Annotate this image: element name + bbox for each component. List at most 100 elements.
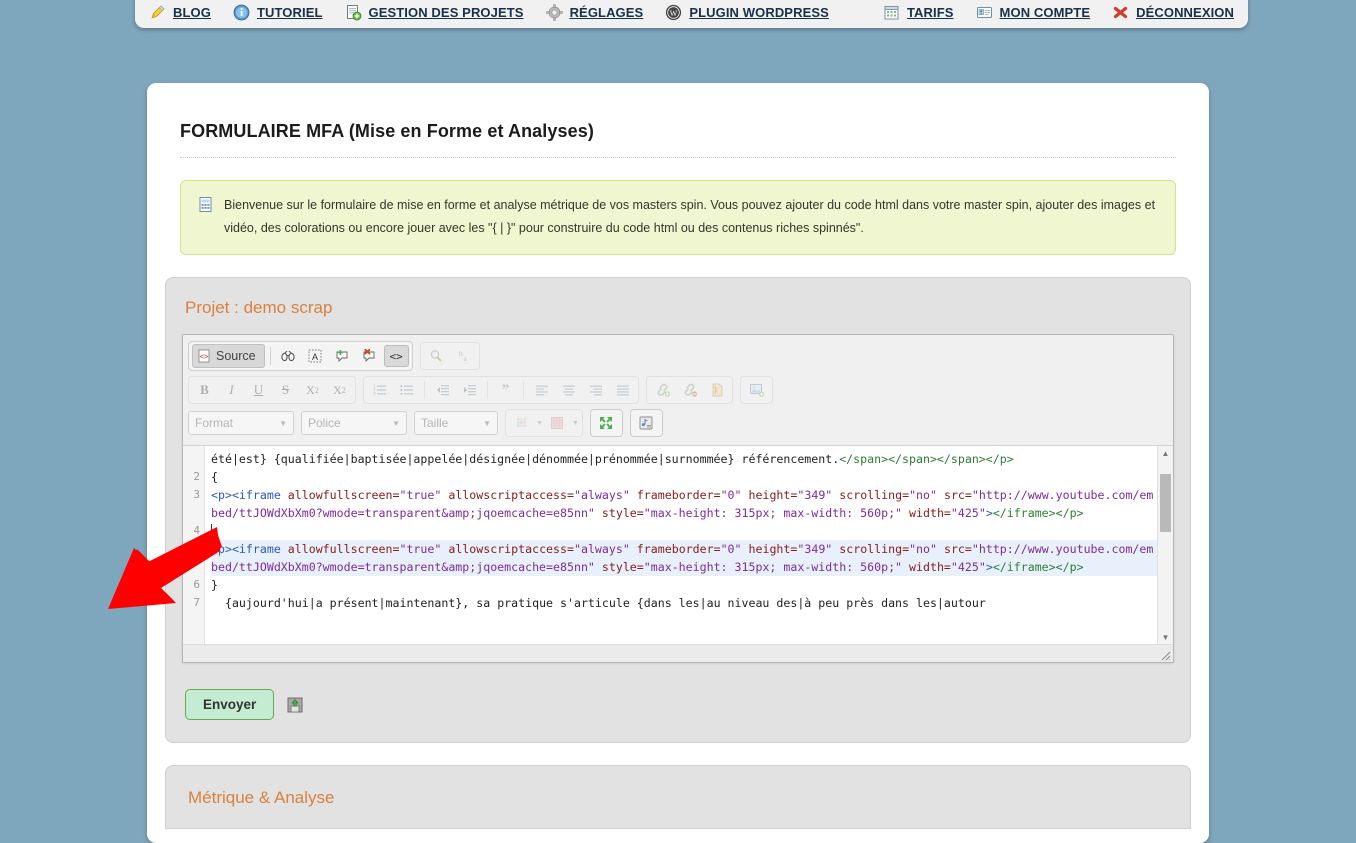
size-select-label: Taille [421,416,448,430]
toolbar-row-2: B I U S X2 X2 123 [188,376,1168,404]
vertical-scrollbar[interactable]: ▲ ▼ [1157,446,1173,644]
superscript-icon: X2 [327,379,352,401]
toolbar-group-maximize [590,409,623,437]
image-icon [744,379,769,401]
nav-item-mon-compte[interactable]: MON COMPTE [976,4,1091,21]
resize-grip-icon[interactable] [1158,648,1171,661]
top-navigation-bar: BLOG TUTORIEL [135,0,1248,28]
scrollbar-track[interactable] [1158,460,1173,630]
templates-icon[interactable] [634,412,659,434]
text-color-icon [509,412,534,434]
align-justify-icon [610,379,635,401]
toolbar-group-source: <> Source [188,341,413,371]
code-line[interactable]: { [211,468,1157,486]
toolbar-group-lists: 123 [363,376,639,404]
editor-toolbar: <> Source [183,335,1173,446]
id-card-icon [976,4,993,21]
page-title: FORMULAIRE MFA (Mise en Forme et Analyse… [147,83,1209,142]
find-icon[interactable] [276,345,301,367]
add-comment-icon[interactable] [330,345,355,367]
nav-right-group: TARIFS MON COMPTE [883,4,1234,21]
code-line[interactable]: <p><iframe allowfullscreen="true" allows… [211,540,1157,576]
text-cursor [211,524,212,537]
save-upload-icon[interactable] [286,696,304,714]
line-number [183,450,200,468]
anchor-icon [704,379,729,401]
nav-item-deconnexion[interactable]: DÉCONNEXION [1112,4,1234,21]
background-color-icon [545,412,570,434]
code-line[interactable]: } [211,576,1157,594]
toolbar-group-templates [630,409,663,437]
nav-label: MON COMPTE [1000,5,1091,20]
code-line[interactable]: <p><iframe allowfullscreen="true" allows… [211,486,1157,522]
toolbar-separator [523,381,524,399]
format-select-label: Format [195,416,233,430]
html-editor: <> Source [182,334,1174,663]
document-info-icon [197,196,214,213]
code-line[interactable]: {aujourd'hui|a présent|maintenant}, sa p… [211,594,1157,612]
size-select[interactable]: Taille ▼ [414,411,498,435]
source-code-icon: <> [197,349,211,363]
submit-button[interactable]: Envoyer [185,689,274,720]
pencil-icon [149,4,166,21]
nav-label: TARIFS [907,5,954,20]
nav-label: GESTION DES PROJETS [369,5,524,20]
chevron-down-icon: ▼ [279,419,287,428]
gear-icon [546,4,563,21]
font-select-label: Police [308,416,341,430]
line-number: 5 [183,540,200,576]
editor-footer [183,644,1173,662]
numbered-list-icon: 123 [367,379,392,401]
toolbar-separator [270,347,271,365]
code-brackets-icon[interactable]: <> [384,345,409,367]
code-editor-area[interactable]: 234567 été|est} {qualifiée|baptisée|appe… [183,446,1173,644]
bulleted-list-icon [394,379,419,401]
scroll-down-arrow-icon[interactable]: ▼ [1162,630,1170,644]
metrics-panel: Métrique & Analyse [165,765,1191,829]
metrics-title: Métrique & Analyse [185,784,1174,808]
code-content[interactable]: été|est} {qualifiée|baptisée|appelée|dés… [205,446,1157,644]
toolbar-separator [487,381,488,399]
format-select[interactable]: Format ▼ [188,411,294,435]
indent-icon [457,379,482,401]
chevron-down-icon: ▼ [536,420,543,427]
unlink-icon [677,379,702,401]
main-content-card: FORMULAIRE MFA (Mise en Forme et Analyse… [147,83,1209,843]
code-line[interactable] [211,522,1157,540]
scroll-up-arrow-icon[interactable]: ▲ [1162,446,1170,460]
nav-item-tutoriel[interactable]: TUTORIEL [233,4,323,21]
font-select[interactable]: Police ▼ [301,411,407,435]
svg-text:a: a [464,354,468,363]
project-panel: Projet : demo scrap <> [165,277,1191,743]
nav-item-reglages[interactable]: RÉGLAGES [546,4,644,21]
bold-icon: B [192,379,217,401]
source-button[interactable]: <> Source [192,344,265,368]
align-center-icon [556,379,581,401]
chevron-down-icon: ▼ [572,420,579,427]
red-x-icon [1112,4,1129,21]
nav-item-blog[interactable]: BLOG [149,4,211,21]
toolbar-group-colors: ▼ ▼ [505,409,583,437]
line-number: 7 [183,594,200,612]
nav-left-group: BLOG TUTORIEL [149,4,829,21]
chevron-down-icon: ▼ [483,419,491,428]
scrollbar-thumb[interactable] [1160,474,1171,532]
toolbar-separator [424,381,425,399]
calendar-icon [883,4,900,21]
maximize-icon[interactable] [594,412,619,434]
nav-item-tarifs[interactable]: TARIFS [883,4,954,21]
align-left-icon [529,379,554,401]
blockquote-icon: ” [493,379,518,401]
welcome-notice: Bienvenue sur le formulaire de mise en f… [180,180,1176,255]
line-number: 3 [183,486,200,522]
select-all-icon[interactable]: A [303,345,328,367]
info-icon [233,4,250,21]
remove-comment-icon[interactable] [357,345,382,367]
svg-text:3: 3 [373,391,376,396]
code-line[interactable]: été|est} {qualifiée|baptisée|appelée|dés… [211,450,1157,468]
nav-item-plugin-wordpress[interactable]: W PLUGIN WORDPRESS [665,4,829,21]
toolbar-group-links [646,376,733,404]
nav-item-gestion-des-projets[interactable]: GESTION DES PROJETS [345,4,524,21]
project-add-icon [345,4,362,21]
nav-label: RÉGLAGES [570,5,644,20]
